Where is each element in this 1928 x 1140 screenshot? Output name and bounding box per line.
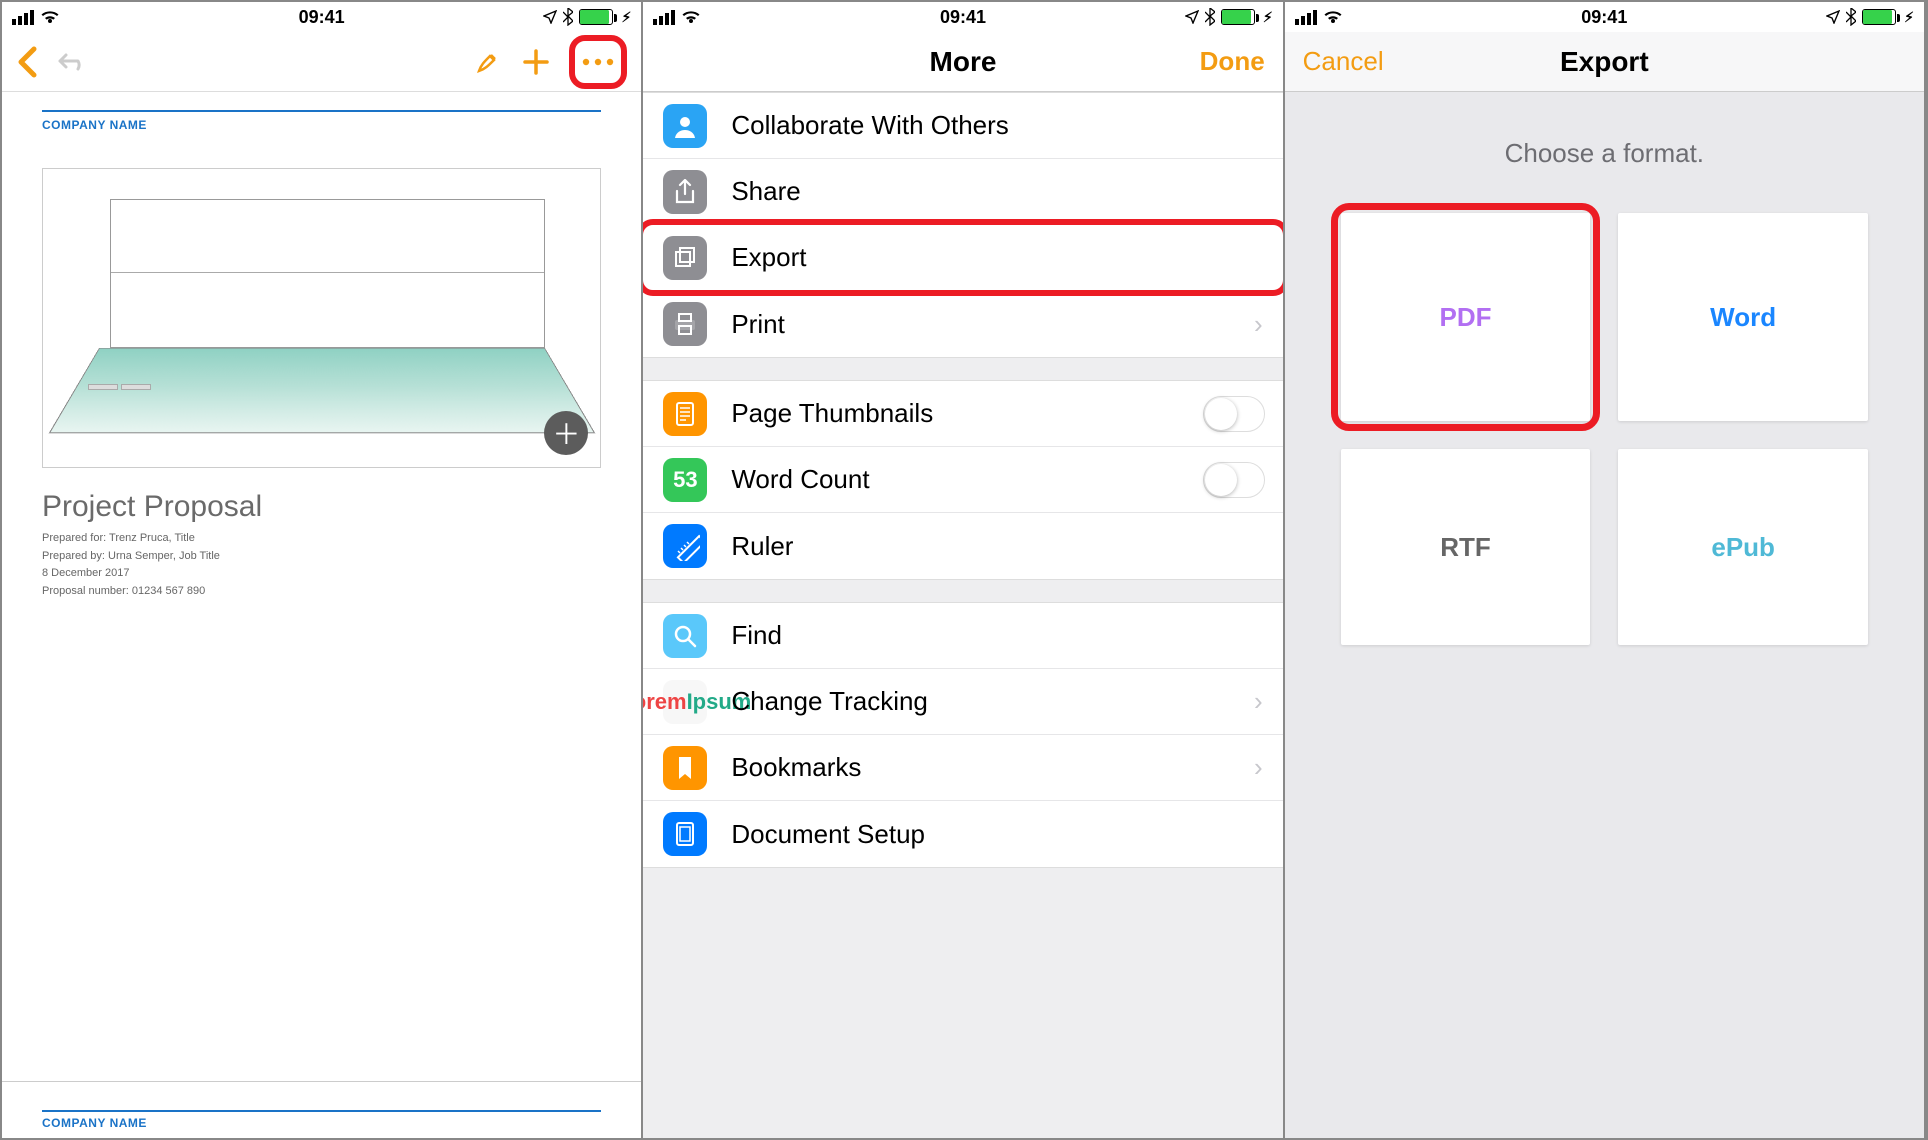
- row-print[interactable]: Print ›: [643, 291, 1282, 357]
- chevron-right-icon: ›: [1254, 686, 1263, 717]
- wifi-icon: [40, 9, 60, 25]
- row-document-setup[interactable]: Document Setup: [643, 801, 1282, 867]
- document-meta: Prepared for: Trenz Pruca, Title Prepare…: [42, 530, 601, 600]
- format-label: ePub: [1711, 532, 1775, 563]
- row-word-count[interactable]: 53 Word Count: [643, 447, 1282, 513]
- export-nav-bar: Cancel Export: [1285, 32, 1924, 92]
- printer-icon: [663, 302, 707, 346]
- cancel-button[interactable]: Cancel: [1303, 46, 1384, 77]
- row-ruler[interactable]: Ruler: [643, 513, 1282, 579]
- toggle-page-thumbnails[interactable]: [1203, 396, 1265, 432]
- cover-image: ＋: [42, 168, 601, 468]
- format-label: PDF: [1439, 302, 1491, 333]
- status-bar: 09:41 ⚡︎: [643, 2, 1282, 32]
- row-page-thumbnails[interactable]: Page Thumbnails: [643, 381, 1282, 447]
- export-title: Export: [1560, 46, 1649, 78]
- status-time: 09:41: [940, 7, 986, 28]
- chevron-right-icon: ›: [1254, 752, 1263, 783]
- bluetooth-icon: [1846, 8, 1856, 26]
- row-share[interactable]: Share: [643, 159, 1282, 225]
- cellular-signal-icon: [12, 10, 34, 25]
- format-card-pdf[interactable]: PDF: [1341, 213, 1591, 421]
- chevron-right-icon: ›: [1254, 309, 1263, 340]
- more-button-highlight: [569, 35, 627, 89]
- row-label: Share: [731, 176, 800, 207]
- back-button[interactable]: [16, 46, 38, 78]
- row-label: Change Tracking: [731, 686, 928, 717]
- bookmark-icon: [663, 746, 707, 790]
- page-icon: [663, 392, 707, 436]
- share-icon: [663, 170, 707, 214]
- format-brush-button[interactable]: [473, 47, 503, 77]
- cellular-signal-icon: [653, 10, 675, 25]
- row-label: Export: [731, 242, 806, 273]
- change-tracking-icon: LoremIpsum: [663, 680, 707, 724]
- row-change-tracking[interactable]: LoremIpsum Change Tracking ›: [643, 669, 1282, 735]
- status-bar: 09:41 ⚡︎: [1285, 2, 1924, 32]
- charging-icon: ⚡︎: [1904, 9, 1914, 26]
- wifi-icon: [1323, 9, 1343, 25]
- battery-icon: [579, 9, 613, 25]
- row-label: Find: [731, 620, 782, 651]
- format-card-rtf[interactable]: RTF: [1341, 449, 1591, 645]
- more-title: More: [930, 46, 997, 78]
- format-label: Word: [1710, 302, 1776, 333]
- editor-toolbar: [2, 32, 641, 92]
- export-icon: [663, 236, 707, 280]
- panel-more-menu: 09:41 ⚡︎ More Done Collaborate With Othe…: [643, 2, 1284, 1138]
- format-grid: PDF Word RTF ePub: [1315, 213, 1894, 645]
- toggle-word-count[interactable]: [1203, 462, 1265, 498]
- done-button[interactable]: Done: [1200, 46, 1265, 77]
- export-body: Choose a format. PDF Word RTF ePub: [1285, 92, 1924, 1138]
- row-label: Ruler: [731, 531, 793, 562]
- row-label: Page Thumbnails: [731, 398, 933, 429]
- row-collaborate[interactable]: Collaborate With Others: [643, 93, 1282, 159]
- row-label: Bookmarks: [731, 752, 861, 783]
- cellular-signal-icon: [1295, 10, 1317, 25]
- row-bookmarks[interactable]: Bookmarks ›: [643, 735, 1282, 801]
- panel-export: 09:41 ⚡︎ Cancel Export Choose a format. …: [1285, 2, 1926, 1138]
- format-label: RTF: [1440, 532, 1491, 563]
- wifi-icon: [681, 9, 701, 25]
- charging-icon: ⚡︎: [1263, 9, 1273, 26]
- more-list[interactable]: Collaborate With Others Share Export P: [643, 92, 1282, 1138]
- choose-format-label: Choose a format.: [1315, 138, 1894, 169]
- format-card-word[interactable]: Word: [1618, 213, 1868, 421]
- bluetooth-icon: [1205, 8, 1215, 26]
- location-icon: [543, 10, 557, 24]
- charging-icon: ⚡︎: [621, 9, 631, 26]
- status-time: 09:41: [299, 7, 345, 28]
- document-canvas[interactable]: COMPANY NAME ＋ Project Proposal Prepared…: [2, 92, 641, 1138]
- row-label: Print: [731, 309, 784, 340]
- company-name-label: COMPANY NAME: [42, 118, 601, 132]
- row-label: Document Setup: [731, 819, 925, 850]
- document-title: Project Proposal: [42, 490, 601, 524]
- undo-button[interactable]: [56, 49, 90, 75]
- bluetooth-icon: [563, 8, 573, 26]
- row-export[interactable]: Export: [643, 225, 1282, 291]
- panel-document-editor: 09:41 ⚡︎: [2, 2, 643, 1138]
- document-footer: COMPANY NAME: [42, 1110, 601, 1130]
- status-time: 09:41: [1581, 7, 1627, 28]
- location-icon: [1185, 10, 1199, 24]
- battery-icon: [1862, 9, 1896, 25]
- status-bar: 09:41 ⚡︎: [2, 2, 641, 32]
- document-setup-icon: [663, 812, 707, 856]
- battery-icon: [1221, 9, 1255, 25]
- more-button[interactable]: [581, 57, 615, 67]
- add-button[interactable]: [521, 47, 551, 77]
- more-nav-bar: More Done: [643, 32, 1282, 92]
- person-icon: [663, 104, 707, 148]
- insert-fab-button[interactable]: ＋: [544, 411, 588, 455]
- format-card-epub[interactable]: ePub: [1618, 449, 1868, 645]
- row-label: Word Count: [731, 464, 869, 495]
- location-icon: [1826, 10, 1840, 24]
- row-label: Collaborate With Others: [731, 110, 1008, 141]
- wordcount-icon: 53: [663, 458, 707, 502]
- ruler-icon: [663, 524, 707, 568]
- row-find[interactable]: Find: [643, 603, 1282, 669]
- search-icon: [663, 614, 707, 658]
